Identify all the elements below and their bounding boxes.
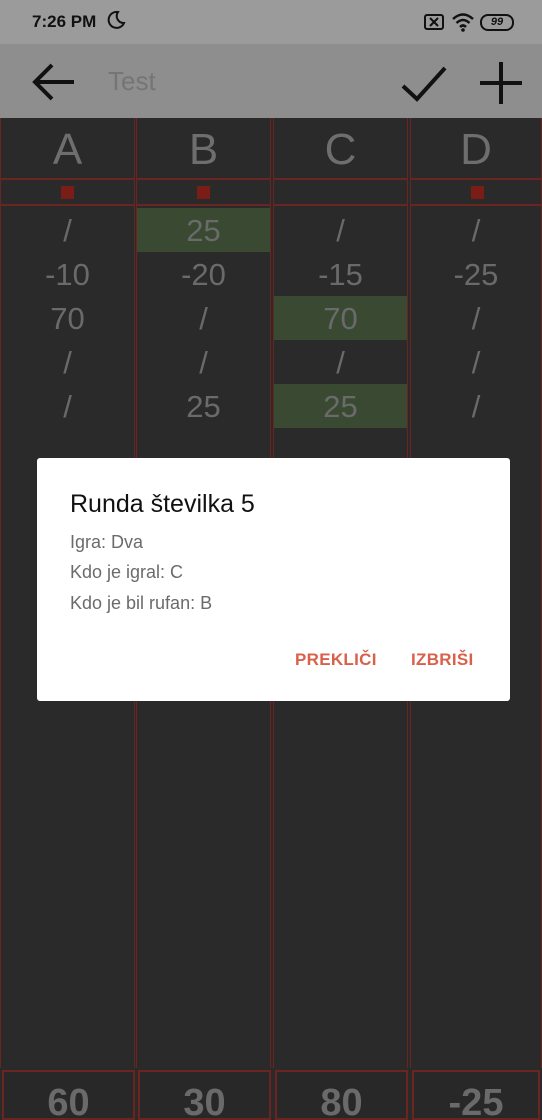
score-cell[interactable]: 25: [137, 208, 270, 252]
app-bar: [0, 44, 542, 118]
dialog-rufan-line: Kdo je bil rufan: B: [70, 593, 213, 613]
score-cell[interactable]: -20: [137, 252, 270, 296]
dialog-player-line: Kdo je igral: C: [70, 562, 184, 582]
player-marker: [197, 186, 210, 199]
score-cell[interactable]: /: [411, 340, 541, 384]
score-cell[interactable]: 70: [1, 296, 134, 340]
status-bar: 7:26 PM 99: [0, 0, 542, 44]
status-time: 7:26 PM: [32, 12, 97, 31]
score-cell[interactable]: /: [274, 340, 407, 384]
player-marker: [471, 186, 484, 199]
score-cell[interactable]: /: [1, 340, 134, 384]
score-cell[interactable]: /: [1, 384, 134, 428]
total-c: 80: [275, 1070, 408, 1120]
moon-icon: [107, 10, 126, 29]
game-title-input[interactable]: [108, 66, 368, 96]
score-cell[interactable]: /: [411, 296, 541, 340]
column-header-c[interactable]: C: [274, 118, 407, 180]
score-cell[interactable]: /: [137, 296, 270, 340]
score-cell[interactable]: 25: [137, 384, 270, 428]
total-b: 30: [138, 1070, 271, 1120]
total-a: 60: [2, 1070, 135, 1120]
battery-icon: 99: [480, 14, 514, 31]
check-icon[interactable]: [398, 62, 448, 106]
dialog-game-line: Igra: Dva: [70, 532, 144, 552]
marker-row: [137, 180, 270, 206]
score-cell[interactable]: /: [274, 208, 407, 252]
score-cell[interactable]: -25: [411, 252, 541, 296]
total-d: -25: [412, 1070, 540, 1120]
add-icon[interactable]: [478, 60, 524, 106]
score-cell[interactable]: /: [1, 208, 134, 252]
dialog-title: Runda številka 5: [70, 490, 255, 518]
wifi-icon: [452, 13, 474, 32]
column-header-a[interactable]: A: [1, 118, 134, 180]
score-cell[interactable]: -15: [274, 252, 407, 296]
cancel-button[interactable]: PREKLIČI: [295, 650, 377, 670]
score-cell[interactable]: /: [411, 384, 541, 428]
no-sim-icon: [424, 14, 444, 30]
score-cell[interactable]: 70: [274, 296, 407, 340]
round-dialog: Runda številka 5 Igra: Dva Kdo je igral:…: [37, 458, 510, 701]
score-cell[interactable]: -10: [1, 252, 134, 296]
column-header-d[interactable]: D: [411, 118, 541, 180]
score-cell[interactable]: /: [411, 208, 541, 252]
column-header-b[interactable]: B: [137, 118, 270, 180]
player-marker: [61, 186, 74, 199]
score-cell[interactable]: /: [137, 340, 270, 384]
score-cell[interactable]: 25: [274, 384, 407, 428]
marker-row: [274, 180, 407, 206]
delete-button[interactable]: IZBRIŠI: [411, 650, 474, 670]
marker-row: [411, 180, 541, 206]
totals-row: 60 30 80 -25: [0, 1070, 542, 1120]
back-arrow-icon[interactable]: [30, 60, 78, 104]
marker-row: [1, 180, 134, 206]
